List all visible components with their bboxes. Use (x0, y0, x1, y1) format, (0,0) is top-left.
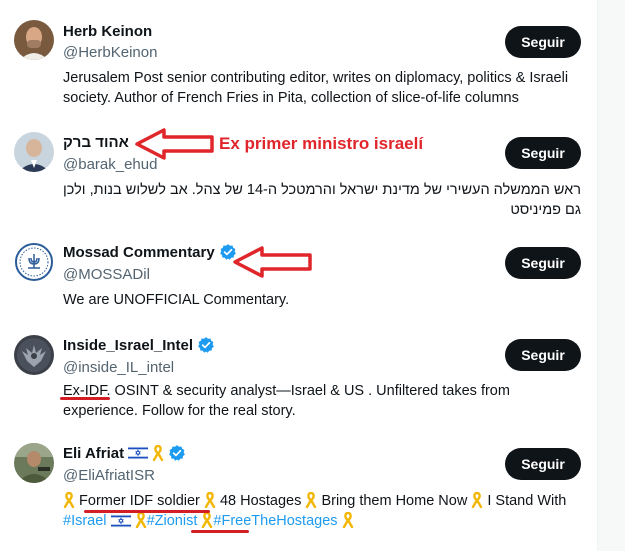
avatar[interactable] (14, 242, 54, 282)
yellow-ribbon-icon (63, 492, 75, 508)
display-name[interactable]: Inside_Israel_Intel (63, 337, 193, 354)
account-row[interactable]: Eli Afriat @EliAfriatISR Former IDF sold… (0, 433, 597, 551)
bio-text: Bring them Home Now (321, 493, 468, 509)
user-bio: We are UNOFFICIAL Commentary. (63, 292, 290, 308)
bio-text: . OSINT & security analyst—Israel & US .… (63, 383, 510, 419)
yellow-ribbon-icon (472, 492, 483, 508)
person-photo-avatar (14, 132, 54, 172)
yellow-ribbon-icon (204, 492, 216, 508)
annotation-underline (84, 510, 210, 513)
annotation-arrow (233, 246, 312, 278)
yellow-ribbon-icon (202, 512, 213, 528)
name-line: Inside_Israel_Intel (63, 335, 215, 355)
avatar[interactable] (14, 20, 54, 60)
yellow-ribbon-icon (306, 492, 317, 508)
avatar[interactable] (14, 132, 54, 172)
soldier-photo-avatar (14, 443, 54, 483)
yellow-ribbon-icon (342, 512, 353, 528)
yellow-ribbon-icon (135, 512, 146, 528)
hashtag-link[interactable]: #Israel (63, 513, 107, 529)
name-line: Mossad Commentary (63, 242, 237, 262)
user-bio: ראש הממשלה העשירי של מדינת ישראל והרמטכל… (63, 182, 581, 218)
israel-flag-icon (110, 514, 131, 529)
annotation-underline (191, 530, 249, 533)
name-line: Eli Afriat (63, 443, 186, 463)
israel-flag-icon (128, 446, 149, 460)
display-name[interactable]: Herb Keinon (63, 23, 152, 40)
user-handle[interactable]: @MOSSADil (63, 266, 150, 283)
account-row[interactable]: Herb Keinon @HerbKeinon Jerusalem Post s… (0, 0, 597, 118)
bio-text: I Stand (487, 493, 534, 509)
avatar[interactable] (14, 335, 54, 375)
user-handle[interactable]: @inside_IL_intel (63, 359, 174, 376)
user-bio: Jerusalem Post senior contributing edito… (63, 70, 569, 106)
person-photo-avatar (14, 20, 54, 60)
user-handle[interactable]: @HerbKeinon (63, 44, 157, 61)
account-row[interactable]: Inside_Israel_Intel @inside_IL_intel Ex-… (0, 325, 597, 433)
display-name[interactable]: Mossad Commentary (63, 244, 215, 261)
follow-button[interactable]: Seguir (505, 26, 581, 58)
hashtag-link[interactable]: #Zionist (147, 513, 198, 529)
bio-text: Former IDF soldier (79, 493, 200, 509)
user-handle[interactable]: @EliAfriatISR (63, 467, 155, 484)
display-name[interactable]: Eli Afriat (63, 445, 124, 462)
annotation-arrow (135, 128, 214, 160)
annotation-label: Ex primer ministro israelí (219, 134, 424, 153)
verified-badge-icon (198, 337, 214, 353)
bio-text: 48 Hostages (219, 493, 302, 509)
follow-button[interactable]: Seguir (505, 137, 581, 169)
mossad-emblem-avatar (14, 242, 54, 282)
bio-text: With (537, 493, 567, 509)
right-gutter (598, 0, 625, 551)
follow-button[interactable]: Seguir (505, 339, 581, 371)
name-line: Herb Keinon (63, 21, 152, 41)
yellow-ribbon-icon (152, 445, 164, 461)
avatar[interactable] (14, 443, 54, 483)
hashtag-link[interactable]: #FreeTheHostages (213, 513, 337, 529)
annotation-underline (60, 397, 110, 400)
eagle-emblem-avatar (14, 335, 54, 375)
name-line: אהוד ברק (63, 132, 129, 152)
follow-button[interactable]: Seguir (505, 448, 581, 480)
verified-badge-icon (169, 445, 185, 461)
display-name[interactable]: אהוד ברק (63, 134, 129, 151)
user-bio: Ex-IDF. OSINT & security analyst—Israel … (63, 381, 583, 421)
follow-button[interactable]: Seguir (505, 247, 581, 279)
